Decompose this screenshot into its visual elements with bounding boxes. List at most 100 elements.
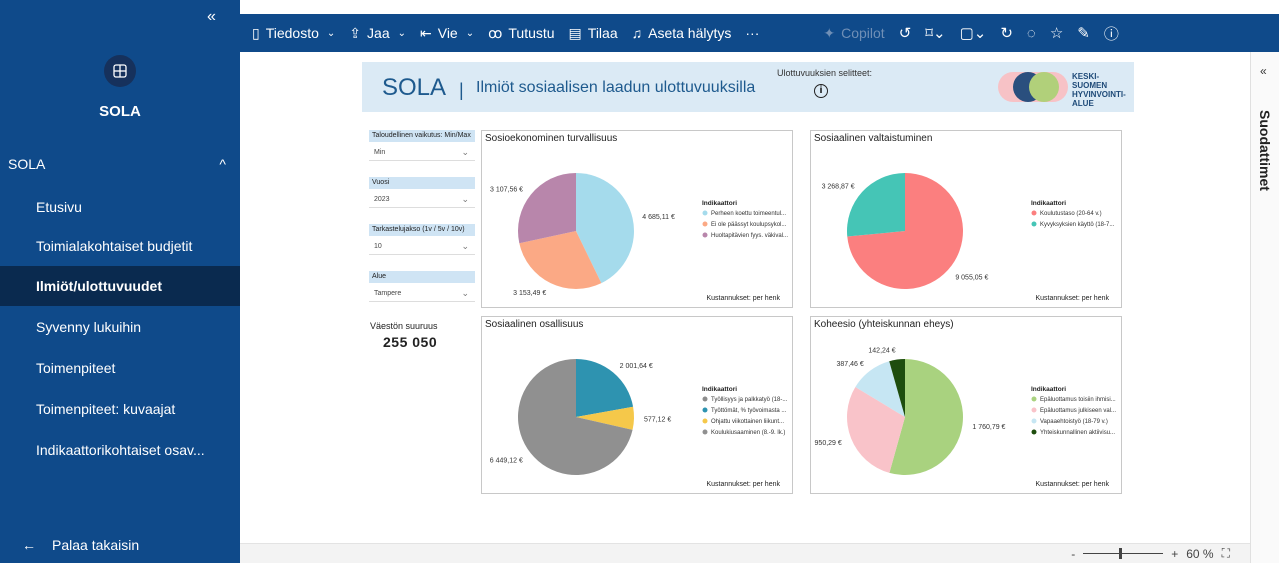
chevron-up-icon: ^ bbox=[219, 156, 226, 172]
slicer-dropdown[interactable]: 2023 ⌄ bbox=[369, 194, 475, 208]
legend-entry[interactable]: Epäluottamus toisiin ihmisi... bbox=[1040, 397, 1116, 403]
app-name: SOLA bbox=[99, 103, 141, 120]
subscribe-button[interactable]: ▤ Tilaa bbox=[569, 25, 618, 42]
data-label: 4 685,11 € bbox=[642, 214, 675, 221]
pie-slice[interactable] bbox=[518, 173, 576, 244]
legend-entry[interactable]: Huoltapitävien fyys. väkival... bbox=[711, 233, 788, 239]
legend-entry[interactable]: Työttömät, % työvoimasta ... bbox=[711, 408, 787, 414]
legend-entry[interactable]: Koulutustaso (20-64 v.) bbox=[1040, 211, 1102, 217]
slicer-period[interactable]: Tarkastelujakso (1v / 5v / 10v) 10 ⌄ bbox=[369, 224, 475, 255]
legend-entry[interactable]: Kyvyksyksien käyttö (18-7... bbox=[1040, 222, 1115, 228]
pie-chart: 9 055,05 € 3 268,87 € Indikaattori Koulutus… bbox=[822, 173, 1115, 289]
zoom-control[interactable]: - + 60 % ⛶ bbox=[1071, 546, 1230, 561]
legend-swatch bbox=[702, 418, 708, 424]
alert-label: Aseta hälytys bbox=[648, 25, 732, 41]
filter-pane[interactable]: « Suodattimet bbox=[1250, 52, 1279, 563]
filters-label: Suodattimet bbox=[1257, 110, 1273, 191]
share-menu-button[interactable]: ⇪ Jaa ⌄ bbox=[349, 25, 406, 42]
pie-slice[interactable] bbox=[847, 173, 905, 237]
comment-icon[interactable]: ◌ bbox=[1027, 25, 1036, 42]
reset-icon[interactable]: ↺ bbox=[899, 24, 912, 42]
chart-panel-empowerment[interactable]: Sosiaalinen valtaistuminen 9 055,05 €3 2… bbox=[810, 130, 1122, 308]
legend-swatch bbox=[1031, 407, 1037, 413]
sidebar-item-3[interactable]: Ilmiöt/ulottuvuudet bbox=[0, 266, 240, 306]
explore-button[interactable]: ꝏ Tutustu bbox=[488, 25, 554, 42]
info-icon[interactable]: i bbox=[814, 84, 828, 98]
view-icon[interactable]: ▢⌄ bbox=[960, 24, 987, 42]
bell-icon: ♫ bbox=[631, 25, 643, 41]
sidebar-item-2[interactable]: Toimialakohtaiset budjetit bbox=[0, 226, 240, 266]
legend-entry[interactable]: Työllisyys ja palkkatyö (18-... bbox=[711, 397, 788, 403]
more-options-button[interactable]: ··· bbox=[745, 25, 759, 41]
fit-page-icon[interactable]: ⛶ bbox=[1222, 546, 1230, 561]
refresh-icon[interactable]: ↻ bbox=[1000, 24, 1013, 42]
chart-panel-cohesion[interactable]: Koheesio (yhteiskunnan eheys) 1 760,79 €… bbox=[810, 316, 1122, 494]
organization-name: KESKI- SUOMEN HYVINVOINTI- ALUE bbox=[1072, 72, 1126, 108]
sidebar-item-4[interactable]: Syvenny lukuihin bbox=[0, 307, 240, 347]
slicer-region[interactable]: Alue Tampere ⌄ bbox=[369, 271, 475, 302]
legend-entry[interactable]: Ei ole päässyt koulupsykol... bbox=[711, 222, 787, 228]
slicer-economic-impact[interactable]: Taloudellinen vaikutus: Min/Max Min ⌄ bbox=[369, 130, 475, 161]
sidebar-item-5[interactable]: Toimenpiteet bbox=[0, 348, 240, 388]
back-label: Palaa takaisin bbox=[52, 537, 140, 553]
zoom-out-button[interactable]: - bbox=[1071, 547, 1075, 561]
sidebar-item-6[interactable]: Toimenpiteet: kuvaajat bbox=[0, 389, 240, 429]
legend-entry[interactable]: Vapaaehtoistyö (18-79 v.) bbox=[1040, 419, 1108, 425]
back-button[interactable]: ← Palaa takaisin bbox=[0, 530, 240, 560]
export-label: Vie bbox=[437, 25, 458, 41]
data-label: 387,46 € bbox=[837, 361, 864, 368]
zoom-in-button[interactable]: + bbox=[1171, 547, 1178, 561]
chevron-down-icon: ⌄ bbox=[461, 288, 469, 298]
subscribe-label: Tilaa bbox=[587, 25, 618, 41]
expand-filters-icon[interactable]: « bbox=[1260, 64, 1267, 78]
legend-entry[interactable]: Yhteiskunnallinen aktiivisu... bbox=[1040, 430, 1115, 436]
status-bar: - + 60 % ⛶ bbox=[240, 543, 1250, 563]
set-alert-button[interactable]: ♫ Aseta hälytys bbox=[632, 25, 732, 41]
copilot-icon: ✦ bbox=[823, 24, 836, 41]
legend-title: Indikaattori bbox=[1031, 386, 1066, 393]
chart-panel-socioeconomic[interactable]: Sosioekonominen turvallisuus 4 685,11 €3… bbox=[481, 130, 793, 308]
report-subtitle: Ilmiöt sosiaalisen laadun ulottuvuuksill… bbox=[476, 79, 756, 96]
sidebar: « SOLA SOLA ^ Etusivu Toimialakohtaiset b… bbox=[0, 0, 240, 563]
nav-group-sola[interactable]: SOLA ^ bbox=[0, 145, 240, 183]
sidebar-item-7[interactable]: Indikaattorikohtaiset osav... bbox=[0, 430, 240, 470]
copilot-button[interactable]: ✦ Copilot bbox=[823, 25, 884, 42]
info-circle-icon[interactable]: ⓘ bbox=[1104, 23, 1119, 44]
legend-swatch bbox=[1031, 210, 1037, 216]
chart-footer: Kustannukset: per henk bbox=[706, 481, 780, 488]
top-toolbar: ▯ Tiedosto ⌄ ⇪ Jaa ⌄ ⇤ Vie ⌄ ꝏ Tutustu ▤… bbox=[240, 14, 1279, 52]
slicer-year[interactable]: Vuosi 2023 ⌄ bbox=[369, 177, 475, 208]
chart-footer: Kustannukset: per henk bbox=[706, 295, 780, 302]
population-label: Väestön suuruus bbox=[370, 321, 438, 331]
chevron-down-icon: ⌄ bbox=[461, 194, 469, 204]
export-menu-button[interactable]: ⇤ Vie ⌄ bbox=[420, 25, 474, 42]
collapse-sidebar-button[interactable]: « bbox=[207, 8, 216, 26]
data-label: 3 153,49 € bbox=[513, 290, 546, 297]
slicer-dropdown[interactable]: Tampere ⌄ bbox=[369, 288, 475, 302]
chart-panel-inclusion[interactable]: Sosiaalinen osallisuus 2 001,64 €577,12 … bbox=[481, 316, 793, 494]
bookmark-icon[interactable]: ⌑⌄ bbox=[925, 24, 945, 42]
app-window: « SOLA SOLA ^ Etusivu Toimialakohtaiset b… bbox=[0, 0, 1279, 563]
more-label: ··· bbox=[745, 25, 760, 41]
share-label: Jaa bbox=[367, 25, 390, 41]
favorite-icon[interactable]: ☆ bbox=[1050, 24, 1063, 42]
legend-entry[interactable]: Ohjattu viikottainen liikunt... bbox=[711, 419, 784, 425]
legend-swatch bbox=[1031, 221, 1037, 227]
data-label: 2 001,64 € bbox=[620, 363, 653, 370]
report-header: SOLA | Ilmiöt sosiaalisen laadun ulottuv… bbox=[362, 62, 1134, 112]
zoom-slider[interactable] bbox=[1083, 548, 1164, 559]
pie-chart: 2 001,64 € 577,12 € 6 449,12 € Indikaattori… bbox=[490, 359, 788, 475]
legend-title: Indikaattori bbox=[702, 200, 737, 207]
legend-swatch bbox=[702, 221, 708, 227]
file-menu-button[interactable]: ▯ Tiedosto ⌄ bbox=[252, 25, 335, 42]
legend-entry[interactable]: Epäluottamus julkiseen val... bbox=[1040, 408, 1116, 414]
slicer-dropdown[interactable]: Min ⌄ bbox=[369, 147, 475, 161]
legend-swatch bbox=[702, 407, 708, 413]
legend-swatch bbox=[1031, 429, 1037, 435]
chart-footer: Kustannukset: per henk bbox=[1035, 295, 1109, 302]
slicer-dropdown[interactable]: 10 ⌄ bbox=[369, 241, 475, 255]
sidebar-item-1[interactable]: Etusivu bbox=[0, 187, 240, 227]
legend-entry[interactable]: Koulukiusaaminen (8.-9. lk.) bbox=[711, 430, 785, 436]
legend-entry[interactable]: Perheen koettu toimeentul... bbox=[711, 211, 786, 217]
edit-icon[interactable]: ✎ bbox=[1077, 24, 1090, 42]
